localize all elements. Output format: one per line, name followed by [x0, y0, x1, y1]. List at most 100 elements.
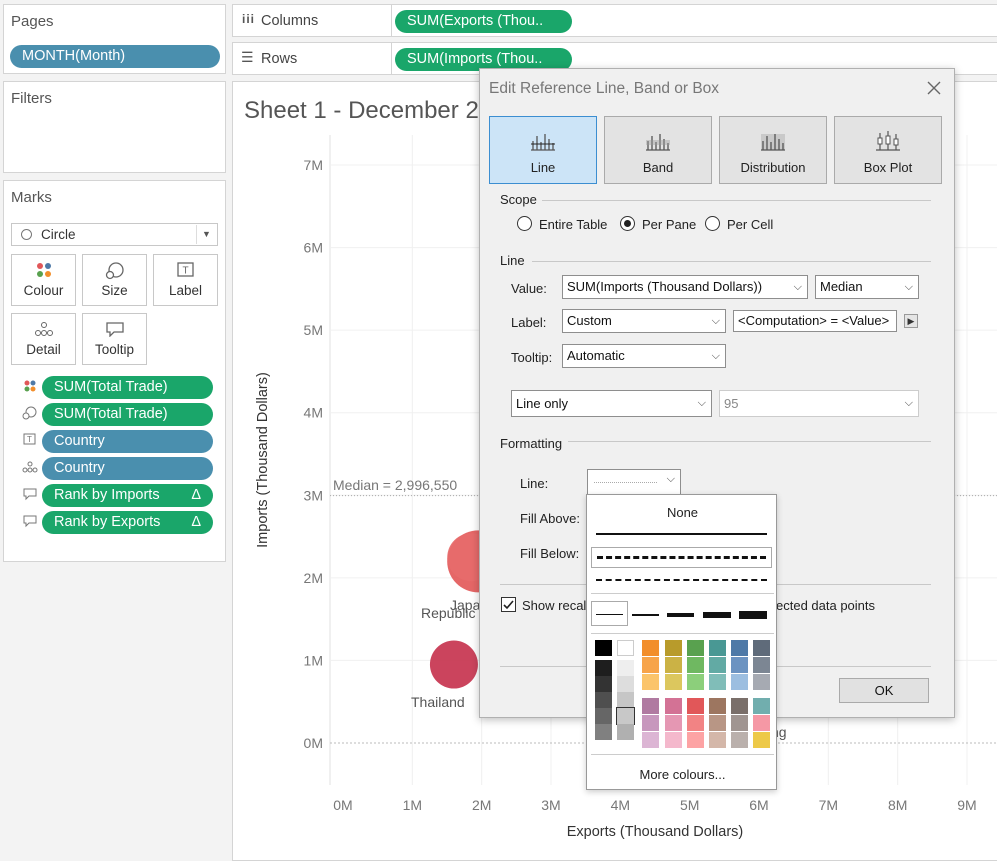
aggregation-text: Median — [820, 279, 863, 294]
columns-shelf: iii Columns SUM(Exports (Thou.. — [232, 4, 997, 37]
colour-swatch[interactable] — [642, 674, 659, 690]
colour-swatch[interactable] — [687, 698, 704, 714]
colour-button[interactable]: Colour — [11, 254, 76, 306]
tab-distribution[interactable]: Distribution — [719, 116, 827, 184]
y-tick-label: 6M — [304, 240, 323, 256]
colour-swatch[interactable] — [642, 732, 659, 748]
colour-swatch[interactable] — [595, 708, 612, 724]
colour-swatch[interactable] — [731, 698, 748, 714]
line-tab-icon — [531, 134, 555, 151]
mark-pill-total-trade-colour[interactable]: SUM(Total Trade) — [42, 376, 213, 399]
value-field-select[interactable]: SUM(Imports (Thousand Dollars)) ⌵ — [562, 275, 808, 299]
colour-swatch[interactable] — [665, 715, 682, 731]
colour-swatch[interactable] — [617, 692, 634, 708]
colour-swatch[interactable] — [687, 674, 704, 690]
colour-swatch[interactable] — [595, 660, 612, 676]
columns-pill[interactable]: SUM(Exports (Thou.. — [395, 10, 572, 33]
colour-swatch[interactable] — [753, 732, 770, 748]
mark-pill-country-label[interactable]: Country — [42, 430, 213, 453]
confidence-type-select[interactable]: Line only ⌵ — [511, 390, 712, 417]
filters-panel[interactable]: Filters — [3, 81, 226, 173]
mark-type-select[interactable]: Circle ▼ — [11, 223, 218, 246]
colour-swatch[interactable] — [617, 640, 634, 656]
mark-pill-country-detail[interactable]: Country — [42, 457, 213, 480]
ok-button[interactable]: OK — [839, 678, 929, 703]
size-button[interactable]: Size — [82, 254, 147, 306]
mark-pill-rank-exports[interactable]: Rank by Exports Δ — [42, 511, 213, 534]
colour-swatch[interactable] — [642, 715, 659, 731]
colour-palette — [587, 495, 778, 791]
colour-swatch[interactable] — [617, 676, 634, 692]
columns-label: Columns — [261, 13, 319, 29]
colour-swatch[interactable] — [617, 660, 634, 676]
colour-swatch[interactable] — [731, 657, 748, 673]
colour-swatch[interactable] — [709, 698, 726, 714]
x-tick-label: 1M — [403, 797, 422, 813]
label-select[interactable]: Custom ⌵ — [562, 309, 726, 333]
y-tick-label: 4M — [304, 405, 323, 421]
custom-label-input[interactable]: <Computation> = <Value> — [733, 310, 897, 332]
colour-icon — [22, 379, 38, 395]
show-recalc-checkbox[interactable] — [501, 597, 516, 612]
colour-swatch[interactable] — [709, 657, 726, 673]
line-format-dropdown[interactable]: ⌵ — [587, 469, 681, 496]
colour-swatch[interactable] — [731, 732, 748, 748]
tooltip-select[interactable]: Automatic ⌵ — [562, 344, 726, 368]
detail-button[interactable]: Detail — [11, 313, 76, 365]
month-pill[interactable]: MONTH(Month) — [10, 45, 220, 68]
close-icon[interactable] — [922, 76, 946, 100]
colour-swatch[interactable] — [687, 640, 704, 656]
colour-swatch[interactable] — [687, 657, 704, 673]
delta-icon: Δ — [191, 514, 201, 530]
tooltip-button[interactable]: Tooltip — [82, 313, 147, 365]
label-button[interactable]: T Label — [153, 254, 218, 306]
confidence-percent-text: 95 — [724, 396, 739, 411]
circle-icon — [21, 229, 32, 240]
entire-table-radio[interactable] — [517, 216, 532, 231]
colour-swatch[interactable] — [753, 640, 770, 656]
colour-swatch[interactable] — [731, 715, 748, 731]
x-tick-label: 0M — [333, 797, 352, 813]
more-colours-link[interactable]: More colours... — [587, 767, 778, 782]
colour-swatch[interactable] — [753, 698, 770, 714]
colour-swatch[interactable] — [709, 715, 726, 731]
colour-swatch[interactable] — [642, 657, 659, 673]
colour-swatch[interactable] — [753, 715, 770, 731]
tab-line[interactable]: Line — [489, 116, 597, 184]
colour-swatch[interactable] — [595, 676, 612, 692]
colour-swatch[interactable] — [665, 657, 682, 673]
colour-swatch[interactable] — [665, 698, 682, 714]
colour-swatch[interactable] — [617, 724, 634, 740]
aggregation-select[interactable]: Median ⌵ — [815, 275, 919, 299]
colour-swatch[interactable] — [753, 657, 770, 673]
colour-swatch[interactable] — [687, 732, 704, 748]
colour-swatch[interactable] — [642, 640, 659, 656]
colour-swatch[interactable] — [709, 640, 726, 656]
confidence-percent-select[interactable]: 95 ⌵ — [719, 390, 919, 417]
chevron-down-icon: ⌵ — [711, 315, 720, 327]
tab-band[interactable]: Band — [604, 116, 712, 184]
mark-pill-rank-imports[interactable]: Rank by Imports Δ — [42, 484, 213, 507]
colour-swatch[interactable] — [731, 640, 748, 656]
per-cell-radio[interactable] — [705, 216, 720, 231]
rank-exports-label: Rank by Exports — [54, 514, 161, 530]
colour-swatch[interactable] — [709, 732, 726, 748]
colour-swatch[interactable] — [642, 698, 659, 714]
label-select-text: Custom — [567, 313, 612, 328]
colour-swatch[interactable] — [731, 674, 748, 690]
colour-swatch[interactable] — [616, 707, 635, 725]
colour-swatch[interactable] — [595, 640, 612, 656]
colour-swatch[interactable] — [595, 724, 612, 740]
per-pane-radio[interactable] — [620, 216, 635, 231]
colour-swatch[interactable] — [753, 674, 770, 690]
colour-swatch[interactable] — [665, 640, 682, 656]
mark-pill-total-trade-size[interactable]: SUM(Total Trade) — [42, 403, 213, 426]
colour-swatch[interactable] — [595, 692, 612, 708]
colour-swatch[interactable] — [709, 674, 726, 690]
tab-box-plot[interactable]: Box Plot — [834, 116, 942, 184]
colour-swatch[interactable] — [665, 732, 682, 748]
colour-swatch[interactable] — [665, 674, 682, 690]
colour-swatch[interactable] — [687, 715, 704, 731]
insert-arrow-button[interactable]: ▶ — [904, 314, 918, 328]
y-tick-label: 3M — [304, 487, 323, 503]
